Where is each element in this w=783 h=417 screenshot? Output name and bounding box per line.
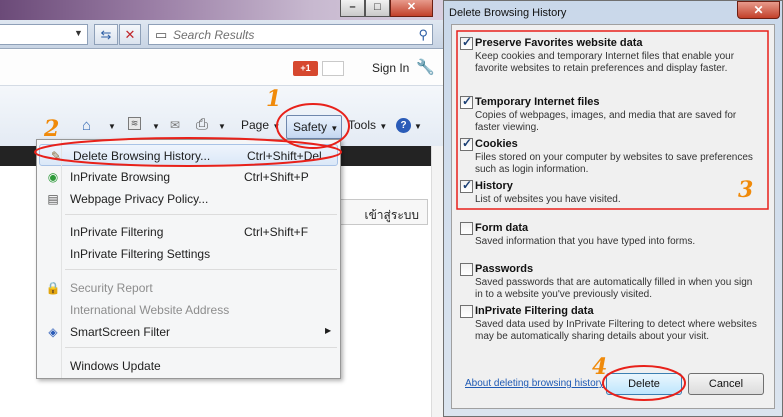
menu-item-webpage-privacy-policy[interactable]: ▤ Webpage Privacy Policy...: [37, 188, 340, 210]
menu-item-label: InPrivate Filtering Settings: [70, 247, 211, 261]
chevron-down-icon: ▼: [379, 122, 388, 131]
menu-item-international-website-address: International Website Address: [37, 299, 340, 321]
checkbox-form-data[interactable]: [460, 222, 473, 235]
menu-separator: [65, 347, 337, 348]
step-3-label: 3: [738, 177, 754, 203]
safety-menu-button[interactable]: Safety ▼: [286, 115, 342, 139]
command-bar: [0, 86, 443, 146]
option-description: Files stored on your computer by website…: [475, 152, 753, 175]
dialog-title: Delete Browsing History: [449, 7, 567, 19]
option-description: Saved passwords that are automatically f…: [475, 277, 753, 300]
lock-icon: 🔒: [45, 281, 61, 295]
dialog-close-button[interactable]: ✕: [737, 1, 780, 19]
tools-menu-button[interactable]: Tools ▼: [348, 118, 387, 132]
menu-gutter-line: [61, 140, 62, 378]
menu-item-label: InPrivate Filtering: [70, 225, 164, 239]
wrench-icon[interactable]: 🔧: [416, 58, 435, 76]
menu-item-inprivate-filtering[interactable]: InPrivate Filtering Ctrl+Shift+F: [37, 221, 340, 243]
sign-in-link[interactable]: Sign In: [372, 61, 409, 75]
google-plus-count: [322, 61, 344, 76]
search-input[interactable]: ▭ Search Results ⚲: [148, 24, 433, 45]
google-plus-button[interactable]: +1: [293, 61, 318, 76]
checkbox-inprivate-filtering-data[interactable]: [460, 305, 473, 318]
chevron-down-icon[interactable]: ▼: [218, 122, 226, 131]
checkbox-history[interactable]: [460, 178, 473, 193]
menu-separator: [65, 214, 337, 215]
close-window-button[interactable]: ✕: [390, 0, 433, 17]
menu-item-label: Webpage Privacy Policy...: [70, 192, 209, 206]
menu-item-shortcut: Ctrl+Shift+Del: [247, 149, 322, 163]
chevron-down-icon: ▼: [330, 124, 339, 133]
menu-item-smartscreen-filter[interactable]: ◈ SmartScreen Filter ▶: [37, 321, 340, 343]
option-title: Cookies: [475, 138, 518, 150]
menu-item-delete-browsing-history[interactable]: ✎ Delete Browsing History... Ctrl+Shift+…: [39, 144, 338, 166]
menu-item-windows-update[interactable]: Windows Update: [37, 355, 340, 377]
option-title: InPrivate Filtering data: [475, 305, 594, 317]
menu-item-label: Delete Browsing History...: [73, 149, 211, 163]
menu-item-label: InPrivate Browsing: [70, 170, 171, 184]
page-scrollbar[interactable]: [431, 146, 443, 417]
safety-dropdown-menu: ✎ Delete Browsing History... Ctrl+Shift+…: [36, 139, 341, 379]
option-description: List of websites you have visited.: [475, 194, 621, 205]
option-title: Preserve Favorites website data: [475, 37, 643, 49]
stop-icon[interactable]: ✕: [119, 24, 141, 45]
option-title: History: [475, 180, 513, 192]
checkbox-temporary-internet-files[interactable]: [460, 94, 473, 109]
menu-item-shortcut: Ctrl+Shift+P: [244, 170, 309, 184]
option-description: Saved data used by InPrivate Filtering t…: [475, 319, 757, 342]
menu-item-inprivate-filtering-settings[interactable]: InPrivate Filtering Settings: [37, 243, 340, 265]
menu-item-label: International Website Address: [70, 303, 230, 317]
safety-menu-label: Safety: [293, 120, 328, 134]
menu-item-security-report: 🔒 Security Report: [37, 277, 340, 299]
menu-item-inprivate-browsing[interactable]: ◉ InPrivate Browsing Ctrl+Shift+P: [37, 166, 340, 188]
option-title: Passwords: [475, 263, 534, 275]
search-icon[interactable]: ⚲: [418, 27, 428, 43]
chevron-down-icon[interactable]: ▼: [414, 122, 422, 131]
option-title: Form data: [475, 222, 529, 234]
page-menu-button[interactable]: Page ▼: [241, 118, 280, 132]
dialog-body: [451, 24, 775, 409]
chevron-down-icon: ▼: [272, 122, 281, 131]
chevron-down-icon[interactable]: ▼: [74, 28, 83, 38]
inprivate-icon: ◉: [47, 170, 59, 184]
minimize-button[interactable]: –: [340, 0, 365, 17]
step-2-label: 2: [44, 116, 60, 142]
search-placeholder: Search Results: [173, 28, 255, 42]
smartscreen-icon: ◈: [48, 325, 58, 339]
print-icon[interactable]: ⎙: [196, 116, 208, 133]
home-icon[interactable]: ⌂: [82, 117, 91, 134]
menu-item-label: Windows Update: [70, 359, 161, 373]
option-description: Saved information that you have typed in…: [475, 236, 696, 247]
checkbox-preserve-favorites[interactable]: [460, 35, 473, 50]
delete-button[interactable]: Delete: [606, 373, 682, 395]
mail-icon[interactable]: ✉: [170, 118, 180, 132]
option-title: Temporary Internet files: [475, 96, 600, 108]
refresh-icon[interactable]: ⇆: [94, 24, 118, 45]
menu-item-shortcut: Ctrl+Shift+F: [244, 225, 309, 239]
option-description: Copies of webpages, images, and media th…: [475, 110, 737, 133]
option-description: Keep cookies and temporary Internet file…: [475, 51, 735, 74]
menu-item-label: SmartScreen Filter: [70, 325, 171, 339]
search-engine-icon: ▭: [155, 27, 168, 42]
feeds-icon[interactable]: ≋: [128, 117, 141, 130]
privacy-policy-icon: ▤: [47, 192, 59, 206]
about-deleting-history-link[interactable]: About deleting browsing history: [465, 378, 604, 389]
cancel-button[interactable]: Cancel: [688, 373, 764, 395]
menu-separator: [65, 269, 337, 270]
chevron-down-icon[interactable]: ▼: [108, 122, 116, 131]
checkbox-cookies[interactable]: [460, 136, 473, 151]
window-controls: – □ ✕: [340, 0, 433, 17]
step-1-label: 1: [266, 86, 282, 112]
chevron-down-icon[interactable]: ▼: [152, 122, 160, 131]
help-icon[interactable]: ?: [396, 118, 411, 133]
checkbox-passwords[interactable]: [460, 263, 473, 276]
step-4-label: 4: [592, 354, 608, 380]
menu-item-label: Security Report: [70, 281, 153, 295]
maximize-button[interactable]: □: [365, 0, 390, 17]
tools-menu-label: Tools: [348, 118, 377, 132]
chevron-right-icon: ▶: [325, 326, 332, 335]
page-menu-label: Page: [241, 118, 270, 132]
